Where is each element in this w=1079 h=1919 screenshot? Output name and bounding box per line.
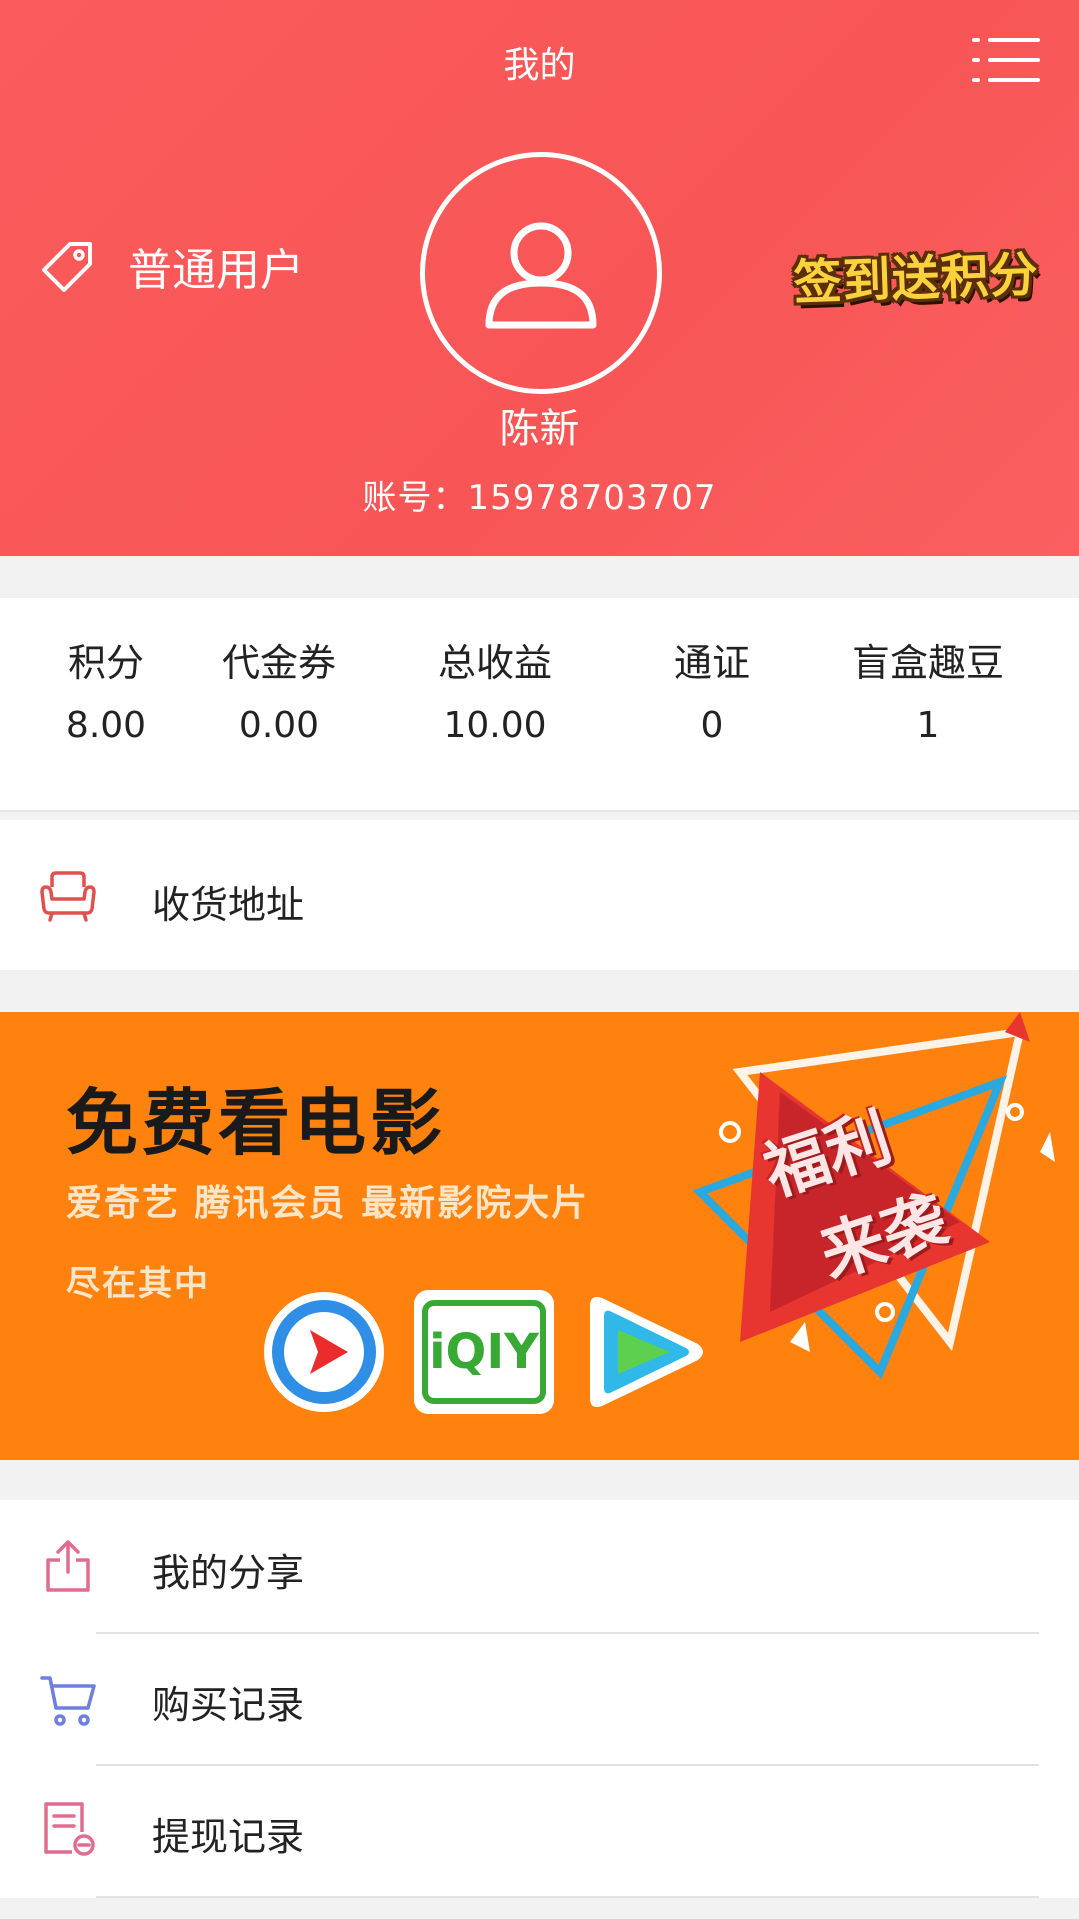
cart-icon [40,1676,96,1726]
account-value: 15978703707 [467,478,717,518]
stat-value: 10.00 [443,705,547,746]
stat-blindbox-beans[interactable]: 盲盒趣豆 1 [848,632,1008,746]
stat-label: 总收益 [437,641,552,685]
menu-item-label: 购买记录 [152,1683,305,1727]
iqiyi-logo-text: iQIY [422,1300,546,1404]
share-icon [46,1540,90,1592]
stat-value: 1 [916,705,940,746]
sofa-address-icon [40,871,96,922]
menu-item-purchase-records[interactable]: 购买记录 [0,1634,1079,1766]
free-movie-banner[interactable]: 免费看电影 爱奇艺 腾讯会员 最新影院大片 尽在其中 福利 来袭 iQIY [0,1012,1079,1460]
tencent-video-logo-icon [264,1292,384,1412]
profile-header: 我的 普通用户 签到送积分 陈新 账号：15978703707 [0,0,1079,556]
account-number: 账号：15978703707 [0,470,1079,519]
iqiyi-logo: iQIY [414,1290,554,1414]
checkin-badge[interactable]: 签到送积分 [779,231,1053,316]
banner-subtitle-2: 尽在其中 [66,1264,210,1304]
user-level-text: 普通用户 [128,245,304,296]
menu-item-withdraw-records[interactable]: 提现记录 [0,1766,1079,1898]
profile-page: 我的 普通用户 签到送积分 陈新 账号：15978703707 积分 8.00 … [0,0,1079,1919]
stat-label: 盲盒趣豆 [851,641,1004,685]
user-name: 陈新 [499,406,580,452]
account-label: 账号： [362,478,468,518]
stat-coupons[interactable]: 代金券 0.00 [214,632,344,746]
stat-points[interactable]: 积分 8.00 [56,632,156,746]
banner-title: 免费看电影 [66,1081,447,1165]
page-title: 我的 [503,45,576,86]
stats-panel: 积分 8.00 代金券 0.00 总收益 10.00 通证 0 盲盒趣豆 1 [0,598,1079,812]
avatar[interactable] [420,152,662,394]
stat-label: 通证 [673,641,750,685]
tag-icon [42,242,92,292]
banner-subtitle: 爱奇艺 腾讯会员 最新影院大片 [66,1183,590,1224]
menu-item-label: 我的分享 [152,1551,305,1595]
menu-item-label: 提现记录 [152,1815,305,1859]
stat-value: 8.00 [65,705,147,746]
stat-tokens[interactable]: 通证 0 [662,632,762,746]
menu-item-my-share[interactable]: 我的分享 [0,1500,1079,1636]
address-row[interactable]: 收货地址 [0,820,1079,970]
divider [96,1896,1039,1898]
stat-value: 0 [700,705,724,746]
user-level: 普通用户 [40,236,304,296]
stat-total-earnings[interactable]: 总收益 10.00 [430,632,560,746]
youku-logo-icon [590,1297,703,1407]
stat-value: 0.00 [238,705,320,746]
address-label: 收货地址 [152,883,305,927]
stat-label: 代金券 [221,641,336,685]
withdraw-record-icon [44,1802,95,1856]
stat-label: 积分 [67,641,144,685]
menu-list-icon[interactable] [972,36,1040,84]
user-icon [485,222,597,329]
